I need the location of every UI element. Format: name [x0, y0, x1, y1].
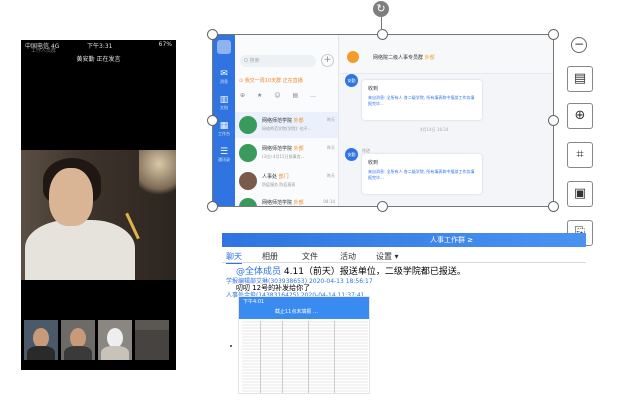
sheet-column-line	[334, 321, 335, 393]
participant-face	[70, 328, 86, 348]
speaking-indicator: 黄安勤 正在发言	[76, 56, 121, 63]
participant-thumb[interactable]	[135, 320, 169, 360]
participant-thumb[interactable]	[98, 320, 132, 360]
pet-face	[107, 328, 123, 348]
tabs-divider	[222, 262, 586, 263]
participant-thumb[interactable]	[61, 320, 95, 360]
selection-frame	[212, 34, 554, 207]
shared-image-title: 截止11点未填报 …	[275, 309, 318, 315]
crop-icon[interactable]: ⌗	[567, 142, 593, 168]
participant-thumbnails	[24, 320, 176, 360]
resize-handle-bottom-left[interactable]	[207, 201, 218, 212]
video-call-phone-screenshot: 中国电信 4G 下午3:31 67% 工作人员群 黄安勤 正在发言	[21, 40, 176, 370]
speaker-body	[25, 220, 135, 280]
tab-settings[interactable]: 设置 ▾	[376, 251, 399, 262]
main-video-feed	[21, 150, 176, 280]
lamp-light	[139, 150, 176, 200]
resize-handle-bottom-right[interactable]	[548, 201, 559, 212]
tab-activity[interactable]: 活动	[340, 251, 356, 262]
battery-level: 67%	[158, 41, 172, 48]
rotate-handle-icon[interactable]: ↻	[373, 1, 389, 17]
image-icon[interactable]: ▣	[567, 181, 593, 207]
sheet-column-line	[308, 321, 309, 393]
resize-handle-bottom[interactable]	[377, 201, 388, 212]
shared-image[interactable]: 下午4:01 截止11点未填报 …	[238, 296, 370, 394]
sheet-column-line	[260, 321, 261, 393]
tab-files[interactable]: 文件	[302, 251, 318, 262]
participant-face	[33, 328, 49, 348]
group-chat-header: 人事工作群 ≥	[222, 233, 586, 247]
shared-image-header: 下午4:01 截止11点未填报 …	[239, 297, 369, 319]
resize-handle-top[interactable]	[377, 29, 388, 40]
shared-image-time: 下午4:01	[243, 299, 265, 305]
resize-handle-right[interactable]	[548, 115, 559, 126]
resize-handle-top-right[interactable]	[548, 29, 559, 40]
bullet-dot	[230, 345, 232, 347]
tab-album[interactable]: 相册	[262, 251, 278, 262]
group-title[interactable]: 人事工作群 ≥	[430, 235, 473, 245]
text-recognize-icon[interactable]: ▤	[567, 66, 593, 92]
participant-background	[135, 330, 169, 360]
participant-body	[101, 346, 129, 360]
phone-time: 下午3:31	[87, 43, 113, 50]
resize-handle-top-left[interactable]	[207, 29, 218, 40]
sheet-column-line	[282, 321, 283, 393]
ghost-caption: 工作人员群	[31, 48, 57, 54]
participant-body	[64, 346, 92, 360]
participant-body	[27, 346, 55, 360]
remove-icon[interactable]: −	[571, 37, 587, 53]
participant-thumb[interactable]	[24, 320, 58, 360]
rotate-stem	[381, 17, 382, 29]
group-tabs: 聊天 相册 文件 活动 设置 ▾	[226, 251, 586, 264]
speaker-face	[49, 168, 93, 226]
resize-handle-left[interactable]	[207, 115, 218, 126]
spreadsheet-preview	[242, 321, 368, 393]
zoom-in-icon[interactable]: ⊕	[567, 103, 593, 129]
